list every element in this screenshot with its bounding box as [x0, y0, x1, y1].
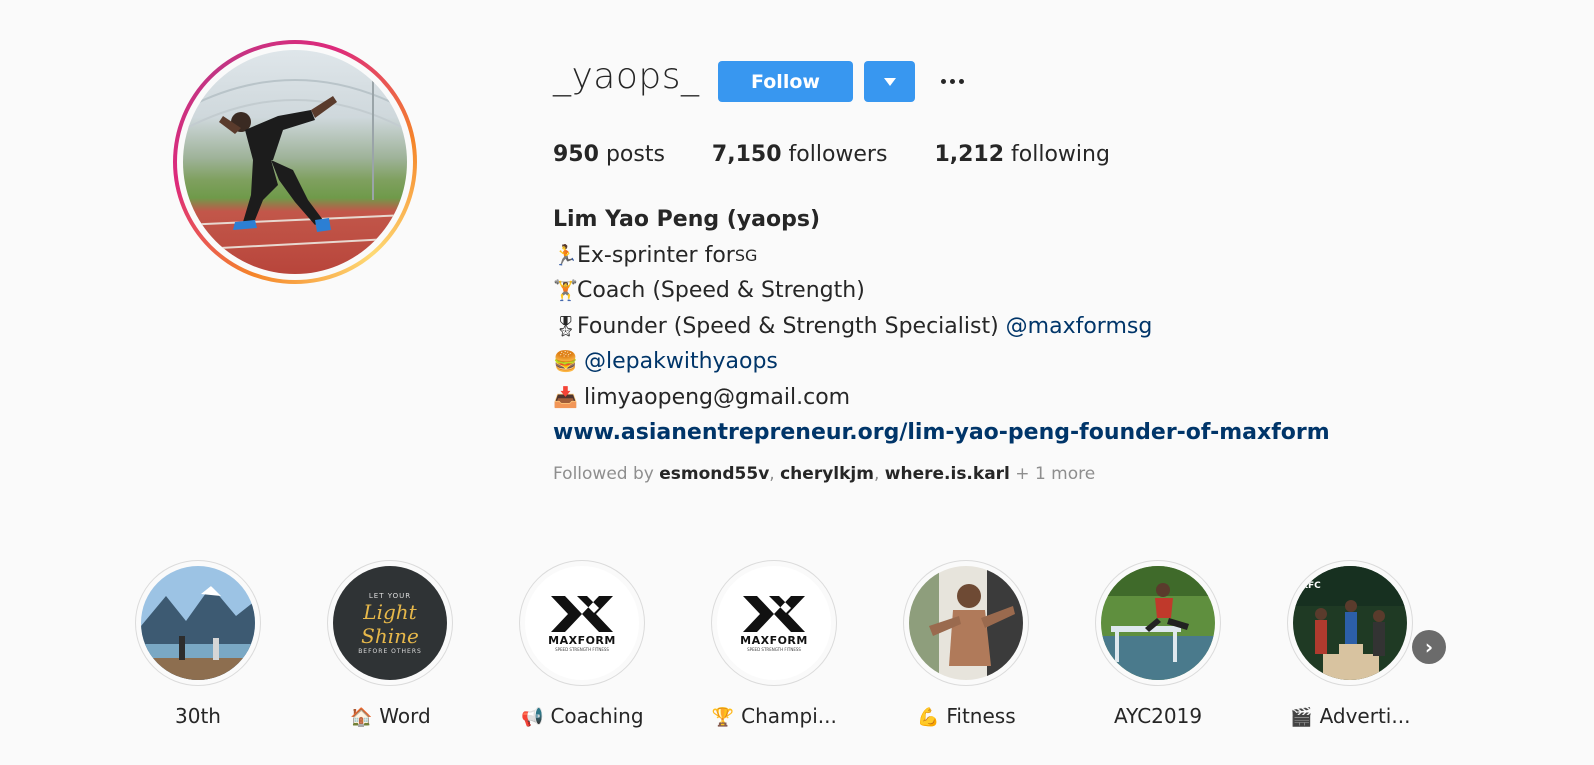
username: _yaops_ — [553, 56, 700, 97]
trophy-icon: 🏆 — [711, 707, 735, 728]
highlight-label: 📢 Coaching — [521, 704, 644, 728]
bio-line: 🎖 Founder (Speed & Strength Specialist) @… — [553, 309, 1330, 345]
medal-icon: 🎖 — [553, 313, 579, 338]
more-options-icon[interactable] — [937, 70, 967, 92]
profile-stats: 950 posts 7,150 followers 1,212 followin… — [553, 142, 1157, 167]
chevron-right-icon[interactable]: › — [1412, 630, 1446, 664]
bio-line: 🏋 Coach (Speed & Strength) — [553, 273, 1330, 309]
avatar-photo — [183, 50, 407, 274]
highlight-cover: MAXFORM SPEED STRENGTH FITNESS — [717, 566, 831, 680]
mention-link[interactable]: @maxformsg — [1006, 309, 1153, 345]
highlight-item[interactable]: 💪 Fitness — [901, 560, 1031, 728]
highlight-item[interactable]: 30th — [133, 560, 263, 728]
stat-followers[interactable]: 7,150 followers — [712, 142, 888, 167]
runner-icon: 🏃 — [553, 242, 578, 267]
maxform-logo-icon — [743, 596, 805, 632]
flexed-bicep-icon: 💪 — [917, 707, 940, 728]
highlight-label: 🏆 Champi... — [711, 704, 837, 728]
clapperboard-icon: 🎬 — [1290, 707, 1313, 728]
highlight-item[interactable]: MAXFORM SPEED STRENGTH FITNESS 🏆 Champi..… — [709, 560, 839, 728]
highlight-label: 🎬 Adverti... — [1290, 704, 1411, 728]
highlight-cover: LET YOUR Light Shine BEFORE OTHERS — [333, 566, 447, 680]
stat-following[interactable]: 1,212 following — [934, 142, 1110, 167]
full-name: Lim Yao Peng (yaops) — [553, 207, 821, 232]
stat-posts: 950 posts — [553, 142, 665, 167]
weightlifter-icon: 🏋 — [553, 278, 578, 302]
maxform-logo-icon — [551, 596, 613, 632]
followed-by[interactable]: Followed by esmond55v, cherylkjm, where.… — [553, 464, 1095, 484]
bio-line: www.asianentrepreneur.org/lim-yao-peng-f… — [553, 415, 1330, 451]
highlight-label: 30th — [175, 704, 221, 728]
highlight-cover — [909, 566, 1023, 680]
profile-avatar[interactable] — [173, 40, 417, 284]
follower-name: esmond55v — [659, 464, 770, 484]
highlight-cover: MAXFORM SPEED STRENGTH FITNESS — [525, 566, 639, 680]
house-icon: 🏠 — [350, 707, 373, 728]
highlight-cover: KFC — [1293, 566, 1407, 680]
follower-name: cherylkjm — [780, 464, 874, 484]
highlight-cover — [1101, 566, 1215, 680]
highlight-label: 🏠 Word — [350, 704, 431, 728]
megaphone-icon: 📢 — [521, 707, 544, 728]
bio-line: 🏃 Ex-sprinter for SG — [553, 238, 1330, 274]
website-link[interactable]: www.asianentrepreneur.org/lim-yao-peng-f… — [553, 415, 1330, 451]
bio-line: 🍔 @lepakwithyaops — [553, 344, 1330, 380]
caret-down-icon — [883, 77, 896, 86]
follow-button[interactable]: Follow — [718, 61, 853, 102]
highlight-label: AYC2019 — [1113, 704, 1203, 728]
profile-bio: Lim Yao Peng (yaops) 🏃 Ex-sprinter for SG… — [553, 202, 1330, 451]
inbox-icon: 📥 — [553, 384, 578, 409]
highlight-item[interactable]: MAXFORM SPEED STRENGTH FITNESS 📢 Coaching — [517, 560, 647, 728]
highlight-item[interactable]: AYC2019 — [1093, 560, 1223, 728]
follower-name: where.is.karl — [884, 464, 1010, 484]
mention-link[interactable]: @lepakwithyaops — [584, 344, 778, 380]
svg-text:KFC: KFC — [1301, 581, 1321, 591]
email-text: limyaopeng@gmail.com — [584, 384, 851, 410]
highlight-item[interactable]: LET YOUR Light Shine BEFORE OTHERS 🏠 Word — [325, 560, 455, 728]
suggestions-dropdown-button[interactable] — [864, 61, 915, 102]
burger-icon: 🍔 — [553, 349, 578, 373]
bio-line: 📥 limyaopeng@gmail.com — [553, 380, 1330, 416]
highlight-cover — [141, 566, 255, 680]
highlight-label: 💪 Fitness — [917, 704, 1016, 728]
highlight-item[interactable]: KFC 🎬 Adverti... — [1285, 560, 1415, 728]
